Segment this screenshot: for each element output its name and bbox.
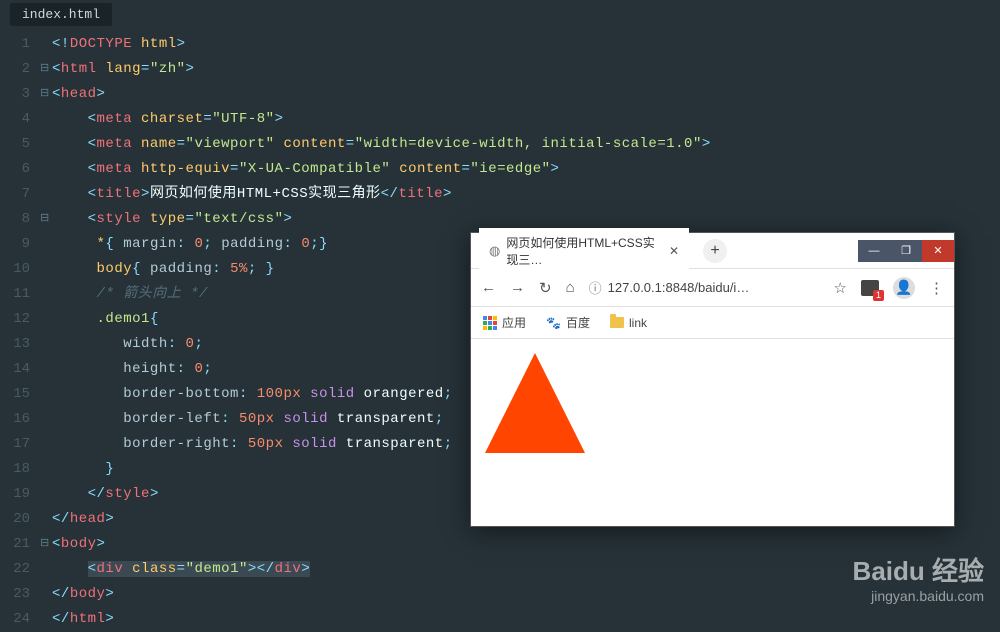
fold-marker	[40, 307, 52, 332]
baidu-label: 百度	[566, 314, 590, 331]
window-controls: — ❐ ✕	[858, 240, 954, 262]
browser-tab-title: 网页如何使用HTML+CSS实现三…	[506, 234, 657, 268]
bookmarks-bar: 应用 🐾 百度 link	[471, 307, 954, 339]
info-icon: ⓘ	[589, 278, 602, 297]
globe-icon: ◍	[489, 243, 500, 259]
apps-label: 应用	[502, 314, 526, 331]
line-number: 24	[0, 607, 30, 632]
browser-titlebar: ◍ 网页如何使用HTML+CSS实现三… ✕ + — ❐ ✕	[471, 233, 954, 269]
line-number: 6	[0, 157, 30, 182]
fold-marker	[40, 482, 52, 507]
triangle-demo	[485, 353, 585, 453]
apps-icon	[483, 316, 497, 330]
fold-marker	[40, 382, 52, 407]
line-number: 8	[0, 207, 30, 232]
line-number: 13	[0, 332, 30, 357]
line-number: 9	[0, 232, 30, 257]
line-number: 19	[0, 482, 30, 507]
code-line[interactable]: <title>网页如何使用HTML+CSS实现三角形</title>	[52, 182, 1000, 207]
browser-viewport	[471, 339, 954, 526]
fold-marker[interactable]: ⊟	[40, 82, 52, 107]
fold-marker[interactable]: ⊟	[40, 57, 52, 82]
code-line[interactable]: <body>	[52, 532, 1000, 557]
fold-marker[interactable]: ⊟	[40, 532, 52, 557]
profile-icon[interactable]: 👤	[893, 277, 915, 299]
maximize-button[interactable]: ❐	[890, 240, 922, 262]
fold-marker	[40, 32, 52, 57]
tab-bar: index.html	[0, 0, 1000, 28]
line-number: 15	[0, 382, 30, 407]
fold-marker	[40, 107, 52, 132]
code-line[interactable]: <!DOCTYPE html>	[52, 32, 1000, 57]
fold-marker	[40, 407, 52, 432]
fold-marker	[40, 132, 52, 157]
fold-marker	[40, 232, 52, 257]
extension-icon[interactable]	[861, 280, 879, 296]
folder-icon	[610, 317, 624, 328]
watermark-brand: Baidu 经验	[853, 555, 984, 588]
home-button[interactable]: ⌂	[566, 279, 575, 296]
browser-tab[interactable]: ◍ 网页如何使用HTML+CSS实现三… ✕	[479, 228, 689, 274]
fold-marker	[40, 357, 52, 382]
code-line[interactable]: <meta charset="UTF-8">	[52, 107, 1000, 132]
line-number: 10	[0, 257, 30, 282]
line-number: 20	[0, 507, 30, 532]
apps-bookmark[interactable]: 应用	[483, 314, 526, 331]
baidu-bookmark[interactable]: 🐾 百度	[546, 314, 590, 331]
forward-button[interactable]: →	[510, 279, 525, 296]
code-line[interactable]: </html>	[52, 607, 1000, 632]
reload-button[interactable]: ↻	[539, 279, 552, 297]
line-number: 2	[0, 57, 30, 82]
code-line[interactable]: <meta http-equiv="X-UA-Compatible" conte…	[52, 157, 1000, 182]
fold-column[interactable]: ⊟⊟⊟⊟	[40, 32, 52, 632]
fold-marker	[40, 557, 52, 582]
browser-window: ◍ 网页如何使用HTML+CSS实现三… ✕ + — ❐ ✕ ← → ↻ ⌂ ⓘ…	[470, 232, 955, 527]
line-number: 4	[0, 107, 30, 132]
fold-marker	[40, 432, 52, 457]
line-number: 14	[0, 357, 30, 382]
line-number: 1	[0, 32, 30, 57]
line-number: 16	[0, 407, 30, 432]
star-icon[interactable]: ☆	[834, 279, 847, 297]
back-button[interactable]: ←	[481, 279, 496, 296]
line-number: 3	[0, 82, 30, 107]
menu-icon[interactable]: ⋮	[929, 279, 944, 297]
line-number: 18	[0, 457, 30, 482]
fold-marker	[40, 457, 52, 482]
fold-marker	[40, 157, 52, 182]
line-number: 17	[0, 432, 30, 457]
line-number: 11	[0, 282, 30, 307]
code-line[interactable]: <head>	[52, 82, 1000, 107]
fold-marker	[40, 607, 52, 632]
code-line[interactable]: <meta name="viewport" content="width=dev…	[52, 132, 1000, 157]
code-line[interactable]: <html lang="zh">	[52, 57, 1000, 82]
line-number: 22	[0, 557, 30, 582]
paw-icon: 🐾	[546, 316, 561, 330]
tab-close-icon[interactable]: ✕	[669, 244, 679, 258]
minimize-button[interactable]: —	[858, 240, 890, 262]
watermark-url: jingyan.baidu.com	[853, 588, 984, 606]
close-button[interactable]: ✕	[922, 240, 954, 262]
address-bar[interactable]: ⓘ 127.0.0.1:8848/baidu/i…	[589, 278, 820, 297]
file-tab[interactable]: index.html	[10, 3, 112, 26]
link-label: link	[629, 316, 647, 330]
fold-marker[interactable]: ⊟	[40, 207, 52, 232]
new-tab-button[interactable]: +	[703, 239, 727, 263]
line-number: 21	[0, 532, 30, 557]
browser-toolbar: ← → ↻ ⌂ ⓘ 127.0.0.1:8848/baidu/i… ☆ 👤 ⋮	[471, 269, 954, 307]
link-bookmark[interactable]: link	[610, 316, 647, 330]
fold-marker	[40, 332, 52, 357]
fold-marker	[40, 282, 52, 307]
fold-marker	[40, 257, 52, 282]
line-number: 12	[0, 307, 30, 332]
line-number-gutter: 123456789101112131415161718192021222324	[0, 32, 40, 632]
address-url: 127.0.0.1:8848/baidu/i…	[608, 280, 750, 295]
watermark: Baidu 经验 jingyan.baidu.com	[853, 555, 984, 605]
fold-marker	[40, 582, 52, 607]
fold-marker	[40, 507, 52, 532]
line-number: 23	[0, 582, 30, 607]
line-number: 5	[0, 132, 30, 157]
line-number: 7	[0, 182, 30, 207]
fold-marker	[40, 182, 52, 207]
